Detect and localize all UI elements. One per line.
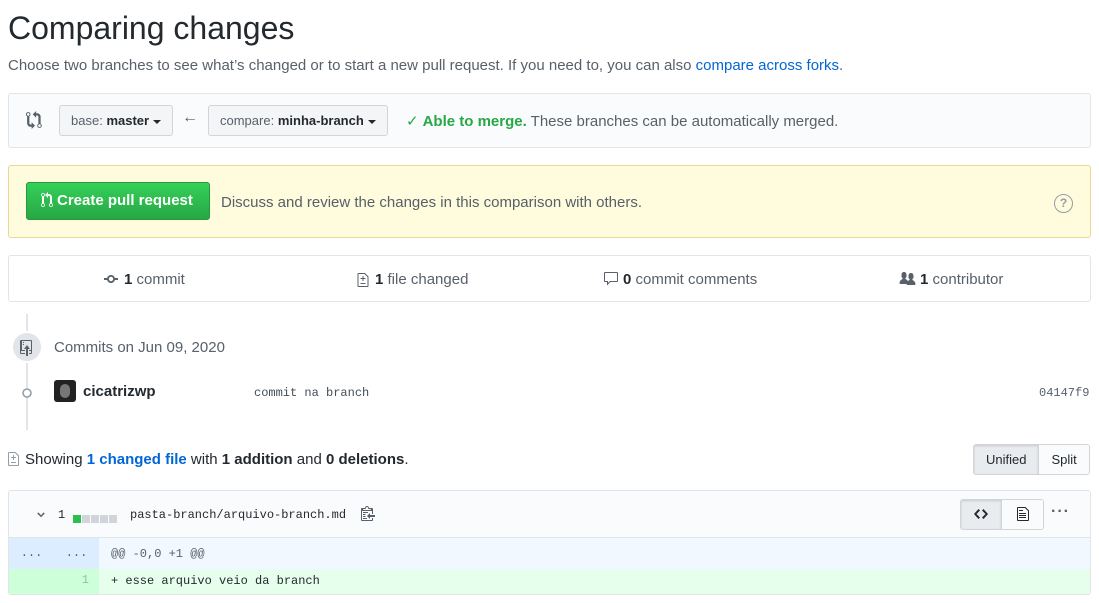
comments-count: 0 bbox=[623, 271, 632, 288]
diff-view-toggle: Unified Split bbox=[973, 444, 1090, 475]
base-label: base: bbox=[71, 113, 103, 128]
compare-branch-select[interactable]: compare: minha-branch bbox=[208, 105, 388, 136]
new-line-number[interactable]: 1 bbox=[54, 569, 99, 594]
comments-label: commit comments bbox=[635, 271, 758, 288]
create-pull-request-label: Create pull request bbox=[57, 192, 193, 209]
file-path-link[interactable]: pasta-branch/arquivo-branch.md bbox=[130, 508, 346, 522]
changed-files-link[interactable]: 1 changed file bbox=[87, 451, 187, 468]
commit-sha-link[interactable]: 04147f9 bbox=[1039, 386, 1089, 400]
contributors-count: 1 bbox=[920, 271, 929, 288]
summary-and: and bbox=[292, 451, 326, 468]
clippy-icon[interactable] bbox=[361, 505, 375, 521]
file-diff: 1 pasta-branch/arquivo-branch.md ··· ...… bbox=[8, 490, 1091, 595]
file-header: 1 pasta-branch/arquivo-branch.md ··· bbox=[9, 491, 1090, 538]
merge-status: ✓ Able to merge. These branches can be au… bbox=[406, 112, 838, 130]
code-icon bbox=[974, 509, 988, 519]
people-icon bbox=[899, 272, 916, 285]
commits-label: commit bbox=[136, 271, 185, 288]
additions-count: 1 addition bbox=[221, 451, 293, 468]
page-subtitle: Choose two branches to see what’s change… bbox=[8, 57, 843, 74]
hunk-header-text: @@ -0,0 +1 @@ bbox=[111, 547, 205, 561]
summary-suffix: . bbox=[404, 451, 409, 468]
kebab-horizontal-icon[interactable]: ··· bbox=[1051, 503, 1070, 521]
caret-down-icon bbox=[367, 119, 376, 124]
arrow-left-icon: ← bbox=[182, 109, 198, 126]
caret-down-icon bbox=[153, 119, 162, 124]
file-view-buttons bbox=[960, 499, 1044, 530]
create-pull-request-button[interactable]: Create pull request bbox=[26, 182, 210, 220]
files-stat[interactable]: 1 file changed bbox=[357, 271, 468, 288]
deletions-count: 0 deletions bbox=[325, 451, 405, 468]
range-editor: base: master ← compare: minha-branch ✓ Ab… bbox=[8, 93, 1091, 148]
split-view-button[interactable]: Split bbox=[1039, 445, 1089, 474]
commits-date-heading: Commits on Jun 09, 2020 bbox=[54, 339, 225, 356]
compare-stats: 1 commit 1 file changed 0 commit comment… bbox=[8, 255, 1091, 302]
commits-count: 1 bbox=[124, 271, 133, 288]
hunk-header-row: ... ... @@ -0,0 +1 @@ bbox=[9, 538, 1090, 569]
pr-description: Discuss and review the changes in this c… bbox=[221, 194, 643, 211]
commit-node-icon bbox=[22, 388, 32, 398]
comment-icon bbox=[604, 272, 618, 286]
hunk-expand-left[interactable]: ... bbox=[9, 538, 54, 569]
compare-label: compare: bbox=[220, 113, 275, 128]
comments-stat[interactable]: 0 commit comments bbox=[603, 271, 757, 288]
added-line-content: + esse arquivo veio da branch bbox=[111, 574, 320, 588]
git-compare-icon bbox=[26, 111, 42, 129]
summary-with: with bbox=[186, 451, 222, 468]
commit-author-link[interactable]: cicatrizwp bbox=[83, 383, 156, 400]
file-diff-icon bbox=[357, 273, 369, 287]
question-icon[interactable]: ? bbox=[1054, 194, 1073, 213]
git-pull-request-icon bbox=[41, 192, 53, 207]
addition-row: 1 + esse arquivo veio da branch bbox=[9, 569, 1090, 594]
hunk-expand-right[interactable]: ... bbox=[54, 538, 99, 569]
file-diff-icon bbox=[8, 452, 19, 466]
subtitle-prefix: Choose two branches to see what’s change… bbox=[8, 57, 696, 74]
check-icon: ✓ bbox=[406, 113, 419, 130]
repo-push-icon bbox=[11, 331, 43, 363]
summary-prefix: Showing bbox=[25, 451, 87, 468]
commits-stat[interactable]: 1 commit bbox=[102, 271, 185, 288]
create-pr-banner: Create pull request Discuss and review t… bbox=[8, 165, 1091, 238]
git-commit-icon bbox=[104, 275, 118, 283]
avatar[interactable] bbox=[54, 380, 76, 402]
contributors-label: contributor bbox=[932, 271, 1004, 288]
file-icon bbox=[1016, 507, 1029, 521]
files-label: file changed bbox=[387, 271, 469, 288]
compare-across-forks-link[interactable]: compare across forks bbox=[696, 57, 839, 74]
merge-status-detail: These branches can be automatically merg… bbox=[530, 113, 839, 130]
code-view-button[interactable] bbox=[961, 500, 1002, 529]
contributors-stat[interactable]: 1 contributor bbox=[899, 271, 1003, 288]
chevron-down-icon[interactable] bbox=[35, 509, 47, 521]
files-count: 1 bbox=[375, 271, 384, 288]
diffstat-bar bbox=[73, 510, 118, 526]
diff-summary: Showing 1 changed file with 1 addition a… bbox=[8, 450, 409, 468]
commit-message-link[interactable]: commit na branch bbox=[254, 386, 369, 400]
base-branch-select[interactable]: base: master bbox=[59, 105, 174, 136]
compare-branch-name: minha-branch bbox=[277, 113, 364, 128]
rich-view-button[interactable] bbox=[1002, 500, 1043, 529]
old-line-number[interactable] bbox=[9, 569, 54, 594]
subtitle-suffix: . bbox=[839, 57, 844, 74]
base-branch-name: master bbox=[106, 113, 150, 128]
merge-status-label: Able to merge. bbox=[422, 113, 527, 130]
diffstat-count: 1 bbox=[58, 508, 66, 522]
unified-view-button[interactable]: Unified bbox=[974, 445, 1040, 474]
page-title: Comparing changes bbox=[8, 10, 295, 46]
